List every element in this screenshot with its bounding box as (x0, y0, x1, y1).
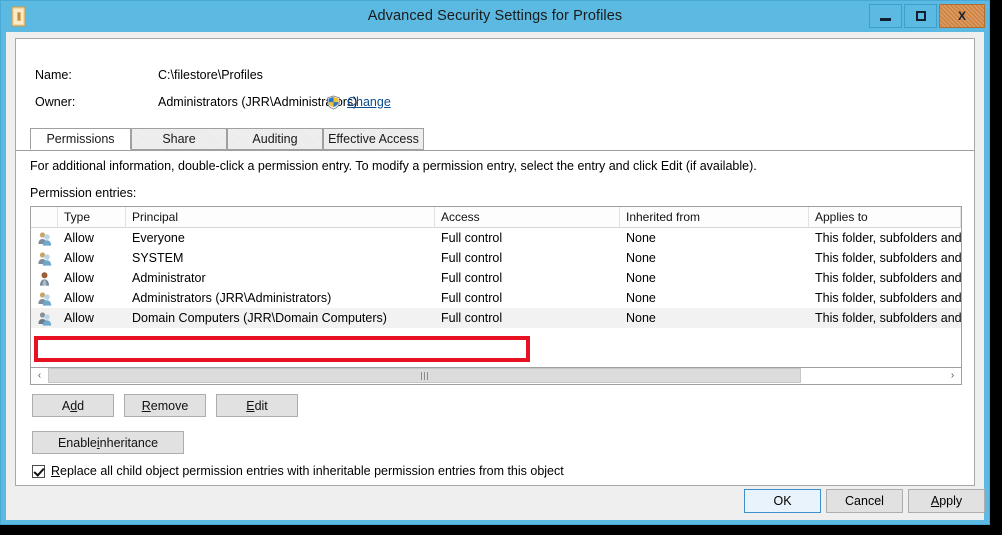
cell-applies-to: This folder, subfolders and fi (815, 291, 961, 305)
cell-principal: Everyone (132, 231, 185, 245)
cancel-button[interactable]: Cancel (826, 489, 903, 513)
cell-inherited-from: None (626, 231, 656, 245)
cell-principal: Administrators (JRR\Administrators) (132, 291, 332, 305)
table-row[interactable]: Allow Domain Computers (JRR\Domain Compu… (31, 308, 961, 328)
edit-button[interactable]: Edit (216, 394, 298, 417)
tab-share[interactable]: Share (131, 128, 227, 150)
cell-applies-to: This folder, subfolders and fi (815, 251, 961, 265)
replace-suffix: eplace all child object permission entri… (60, 464, 564, 478)
scroll-right-arrow-icon[interactable]: › (944, 368, 961, 383)
cell-applies-to: This folder, subfolders and fi (815, 311, 961, 325)
cell-applies-to: This folder, subfolders and fi (815, 231, 961, 245)
inherit-prefix: Enable (57, 435, 97, 450)
cell-access: Full control (441, 271, 503, 285)
group-icon (37, 291, 53, 306)
edit-accel: E (246, 398, 255, 413)
table-body: Allow Everyone Full control None This fo… (31, 228, 961, 328)
cell-inherited-from: None (626, 311, 656, 325)
horizontal-scrollbar[interactable]: ‹ › (30, 368, 962, 385)
permission-entries-table[interactable]: Type Principal Access Inherited from App… (30, 206, 962, 368)
maximize-icon (915, 11, 926, 21)
cell-type: Allow (64, 251, 94, 265)
table-row[interactable]: Allow Administrators (JRR\Administrators… (31, 288, 961, 308)
cell-inherited-from: None (626, 291, 656, 305)
table-row[interactable]: Allow Administrator Full control None Th… (31, 268, 961, 288)
cell-access: Full control (441, 311, 503, 325)
column-header-applies-to[interactable]: Applies to (809, 207, 961, 227)
scrollbar-thumb[interactable] (48, 368, 801, 383)
replace-child-permissions-label: Replace all child object permission entr… (51, 464, 564, 478)
minimize-icon (880, 18, 891, 21)
table-row[interactable]: Allow SYSTEM Full control None This fold… (31, 248, 961, 268)
content-panel: Name: C:\filestore\Profiles Owner: Admin… (15, 38, 975, 486)
remove-label: emove (150, 398, 189, 413)
inherit-suffix: nheritance (99, 435, 159, 450)
maximize-button[interactable] (904, 4, 937, 28)
cell-type: Allow (64, 311, 94, 325)
ok-button[interactable]: OK (744, 489, 821, 513)
window-title: Advanced Security Settings for Profiles (367, 8, 623, 24)
remove-button[interactable]: Remove (124, 394, 206, 417)
permission-entries-label: Permission entries: (30, 186, 137, 200)
group-icon (37, 251, 53, 266)
tab-strip: Permissions Share Auditing Effective Acc… (16, 128, 974, 151)
cell-applies-to: This folder, subfolders and fi (815, 271, 961, 285)
cell-access: Full control (441, 291, 503, 305)
add-accel: d (70, 398, 78, 413)
replace-child-permissions-checkbox[interactable] (32, 464, 45, 478)
tab-effective-access[interactable]: Effective Access (323, 128, 424, 150)
table-header-row: Type Principal Access Inherited from App… (31, 207, 961, 228)
column-header-principal[interactable]: Principal (126, 207, 435, 227)
scrollbar-track[interactable] (48, 368, 944, 384)
cell-type: Allow (64, 291, 94, 305)
scroll-left-arrow-icon[interactable]: ‹ (31, 368, 48, 383)
column-header-inherited[interactable]: Inherited from (620, 207, 809, 227)
info-text: For additional information, double-click… (30, 159, 757, 173)
cell-principal: SYSTEM (132, 251, 184, 265)
column-header-access[interactable]: Access (435, 207, 620, 227)
column-header-type[interactable]: Type (58, 207, 126, 227)
user-icon (37, 271, 53, 286)
column-header-icon[interactable] (31, 207, 58, 227)
tab-permissions[interactable]: Permissions (30, 128, 131, 150)
cell-access: Full control (441, 231, 503, 245)
scrollbar-grip-icon (420, 371, 428, 380)
group-icon (37, 231, 53, 246)
uac-shield-icon (326, 95, 341, 110)
name-value: C:\filestore\Profiles (158, 68, 263, 82)
table-row[interactable]: Allow Everyone Full control None This fo… (31, 228, 961, 248)
cell-type: Allow (64, 231, 94, 245)
owner-label: Owner: (35, 95, 76, 109)
cell-inherited-from: None (626, 271, 656, 285)
edit-label: dit (254, 398, 268, 413)
cell-access: Full control (441, 251, 503, 265)
replace-child-permissions-row[interactable]: Replace all child object permission entr… (32, 464, 564, 478)
group-icon (37, 311, 53, 326)
tab-auditing[interactable]: Auditing (227, 128, 323, 150)
cell-type: Allow (64, 271, 94, 285)
replace-accel: R (51, 464, 61, 478)
advanced-security-settings-window: Advanced Security Settings for Profiles … (0, 0, 990, 525)
title-bar[interactable]: Advanced Security Settings for Profiles … (1, 1, 989, 32)
apply-label: pply (939, 494, 963, 508)
name-label: Name: (35, 68, 72, 82)
apply-accel: A (930, 494, 940, 508)
cell-principal: Administrator (132, 271, 206, 285)
apply-button[interactable]: Apply (908, 489, 985, 513)
enable-inheritance-button[interactable]: Enable i nheritance (32, 431, 184, 454)
window-controls: X (867, 4, 985, 28)
cell-inherited-from: None (626, 251, 656, 265)
client-area: Name: C:\filestore\Profiles Owner: Admin… (6, 32, 985, 520)
minimize-button[interactable] (869, 4, 902, 28)
remove-accel: R (141, 398, 151, 413)
change-owner-link[interactable]: Change (347, 95, 391, 109)
add-button[interactable]: Add (32, 394, 114, 417)
close-button[interactable]: X (939, 4, 985, 28)
cell-principal: Domain Computers (JRR\Domain Computers) (132, 311, 387, 325)
